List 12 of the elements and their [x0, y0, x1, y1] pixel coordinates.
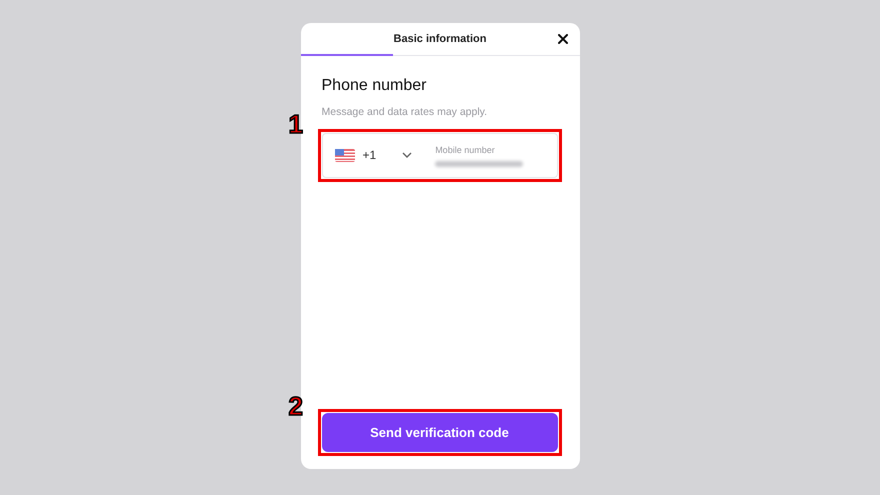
chevron-down-icon[interactable] [402, 152, 412, 158]
close-icon[interactable] [558, 34, 568, 44]
step-number: 2 [288, 393, 303, 419]
step-number: 1 [288, 110, 303, 137]
field-label: Mobile number [435, 144, 496, 156]
dialog-title: Basic information [394, 32, 486, 47]
phone-input[interactable]: +1 Mobile number [322, 132, 558, 178]
note-text: Message and data rates may apply. [322, 105, 488, 120]
country-code[interactable]: +1 [362, 146, 376, 164]
send-code-button[interactable]: Send verification code [322, 413, 558, 452]
section-title: Phone number [322, 76, 428, 96]
flag-icon [334, 148, 354, 162]
